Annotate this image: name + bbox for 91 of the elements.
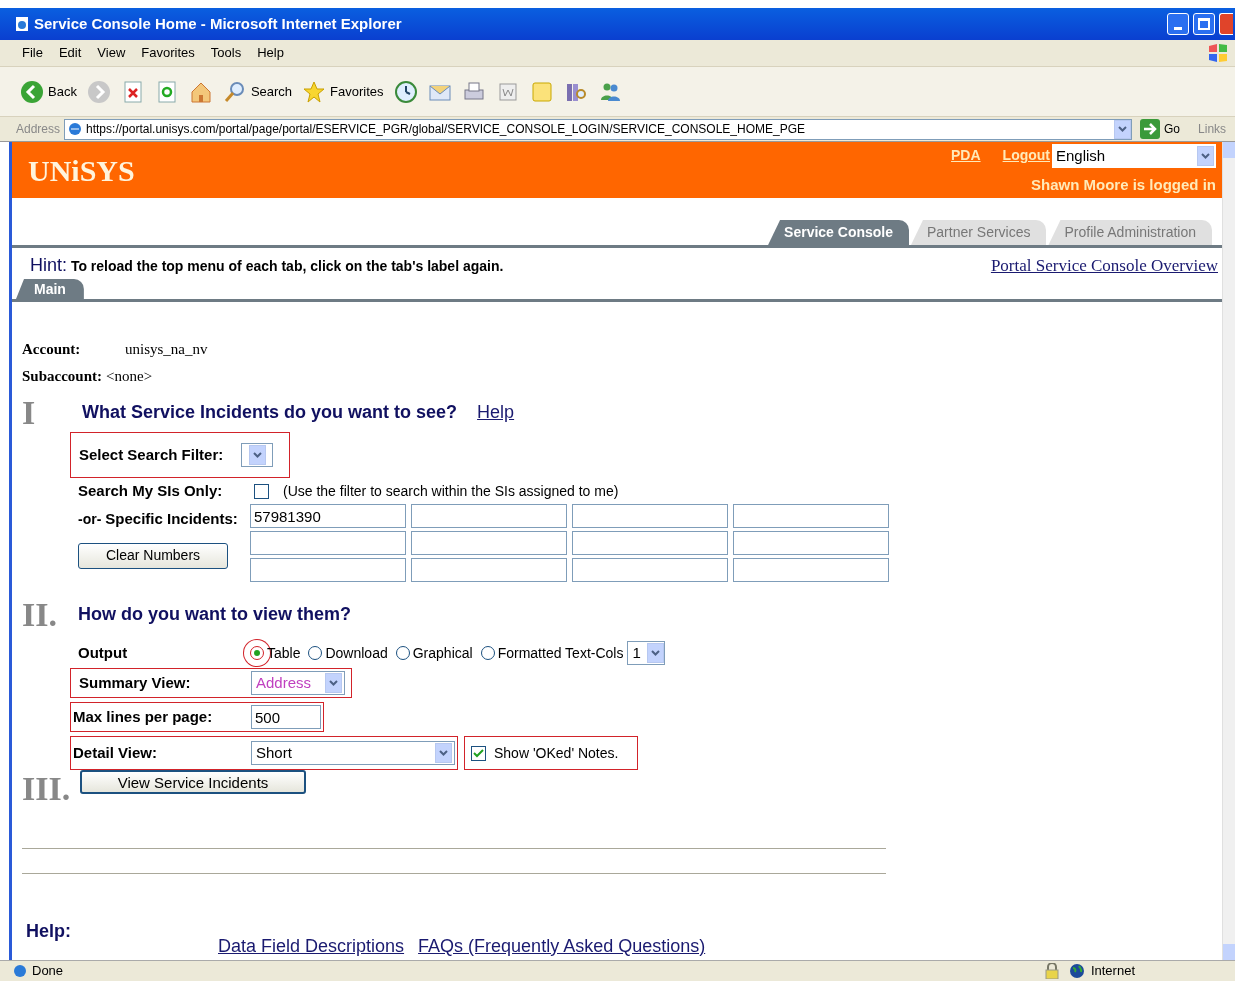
- tab[interactable]: Partner Services: [911, 220, 1047, 245]
- summary-dropdown[interactable]: Address: [251, 671, 345, 695]
- search-button[interactable]: Search: [222, 79, 293, 104]
- text-field[interactable]: 500: [251, 705, 321, 729]
- window-title: Service Console Home - Microsoft Internet Explorer: [34, 13, 402, 34]
- maximize-button[interactable]: [1193, 13, 1215, 35]
- section-heading: What Service Incidents do you want to see?: [82, 400, 458, 424]
- radio-option[interactable]: Formatted Text-Cols: [480, 642, 624, 664]
- incidents-label: Specific Incidents:: [105, 509, 238, 529]
- logged-in-text: Shawn Moore is logged in: [1031, 174, 1216, 195]
- clear-numbers-button[interactable]: Clear Numbers: [78, 542, 228, 569]
- menu-item[interactable]: File: [14, 43, 51, 63]
- help-link[interactable]: Data Field Descriptions: [218, 933, 405, 960]
- max-lines-label: Max lines per page:: [73, 706, 214, 727]
- radio-option[interactable]: Table: [250, 642, 301, 664]
- or-label: -or-: [78, 509, 102, 529]
- section-numeral: III.: [22, 772, 72, 806]
- text-field[interactable]: [411, 558, 567, 582]
- section-heading: How do you want to view them?: [78, 602, 351, 626]
- history-button[interactable]: [393, 79, 418, 104]
- checkbox[interactable]: [254, 483, 269, 499]
- text-field[interactable]: [733, 504, 889, 528]
- hint-text: Hint: To reload the top menu of each tab, click on the tab's label again.: [30, 254, 504, 277]
- scrollbar[interactable]: [1222, 142, 1235, 960]
- forward-button[interactable]: [86, 79, 111, 104]
- summary-label: Summary View:: [79, 672, 192, 693]
- account-label: Account:: [22, 340, 82, 360]
- logo: UNiSYS: [28, 152, 135, 189]
- subaccount-value: <none>: [106, 367, 153, 387]
- oked-label: Show 'OKed' Notes.: [494, 743, 619, 763]
- my-sis-label: Search My SIs Only:: [78, 480, 224, 501]
- section-numeral: I: [22, 392, 37, 433]
- close-button[interactable]: [1219, 13, 1233, 35]
- text-field[interactable]: [411, 531, 567, 555]
- output-label: Output: [78, 642, 129, 663]
- radio-button[interactable]: [480, 646, 495, 660]
- text-field[interactable]: [250, 531, 406, 555]
- favorites-button[interactable]: Favorites: [302, 79, 384, 104]
- text-field[interactable]: [733, 558, 889, 582]
- language-dropdown[interactable]: English: [1052, 143, 1216, 168]
- menu-item[interactable]: Favorites: [133, 43, 203, 63]
- filter-dropdown[interactable]: [241, 443, 274, 467]
- text-field[interactable]: [572, 558, 728, 582]
- page-icon: [12, 963, 28, 979]
- menu-item[interactable]: Help: [249, 43, 292, 63]
- menu-item[interactable]: Tools: [202, 43, 250, 63]
- text-field[interactable]: [572, 531, 728, 555]
- filter-label: Select Search Filter:: [79, 444, 224, 465]
- account-value: unisys_na_nv: [125, 340, 208, 360]
- back-button[interactable]: Back: [20, 79, 77, 104]
- text-field[interactable]: 57981390: [250, 504, 406, 528]
- address-label: Address: [16, 121, 61, 138]
- search-icon: [222, 79, 247, 104]
- help-label: Help:: [25, 920, 72, 943]
- address-field[interactable]: https://portal.unisys.com/portal/page/portal/ESERVICE_PGR/global/SERVICE_CONSOLE_LOGIN/SERVICE_CONSOLE_HOME_PGE: [64, 118, 1133, 140]
- text-field[interactable]: [250, 558, 406, 582]
- globe-icon: [1068, 963, 1085, 979]
- detail-label: Detail View:: [73, 742, 158, 763]
- go-button[interactable]: Go: [1140, 119, 1181, 139]
- star-icon: [302, 79, 327, 104]
- help-link[interactable]: Help: [477, 398, 515, 426]
- text-field[interactable]: [411, 504, 567, 528]
- text-field[interactable]: [572, 504, 728, 528]
- view-incidents-button[interactable]: View Service Incidents: [80, 770, 306, 794]
- overview-link[interactable]: Portal Service Console Overview: [990, 252, 1218, 279]
- section-numeral: II.: [22, 594, 58, 635]
- subaccount-label: Subaccount:: [22, 367, 103, 387]
- windows-flag-icon: [1207, 42, 1229, 64]
- zone-text: Internet: [1090, 962, 1135, 981]
- tab[interactable]: Main: [16, 279, 84, 299]
- checkbox[interactable]: [471, 745, 486, 761]
- menu-item[interactable]: View: [89, 43, 134, 63]
- radio-option[interactable]: Graphical: [395, 642, 473, 664]
- radio-option[interactable]: Download: [308, 642, 388, 664]
- radio-button[interactable]: [308, 646, 323, 660]
- detail-dropdown[interactable]: Short: [251, 741, 455, 765]
- minimize-button[interactable]: [1167, 13, 1189, 35]
- my-sis-note: (Use the filter to search within the SIs assigned to me): [283, 481, 619, 501]
- menu-item[interactable]: Edit: [50, 43, 90, 63]
- columns-dropdown[interactable]: 1: [627, 641, 665, 665]
- radio-button[interactable]: [395, 646, 410, 660]
- lock-icon: [1044, 963, 1059, 979]
- tab[interactable]: Profile Administration: [1048, 220, 1212, 245]
- help-link[interactable]: FAQs (Frequently Asked Questions): [418, 933, 706, 960]
- status-text: Done: [32, 962, 64, 981]
- page-icon: [67, 121, 84, 137]
- text-field[interactable]: [733, 531, 889, 555]
- tab[interactable]: Service Console: [768, 220, 909, 245]
- clock-icon: [393, 79, 418, 104]
- sticky-note-icon: [529, 79, 554, 104]
- browser-page-icon: [14, 16, 30, 32]
